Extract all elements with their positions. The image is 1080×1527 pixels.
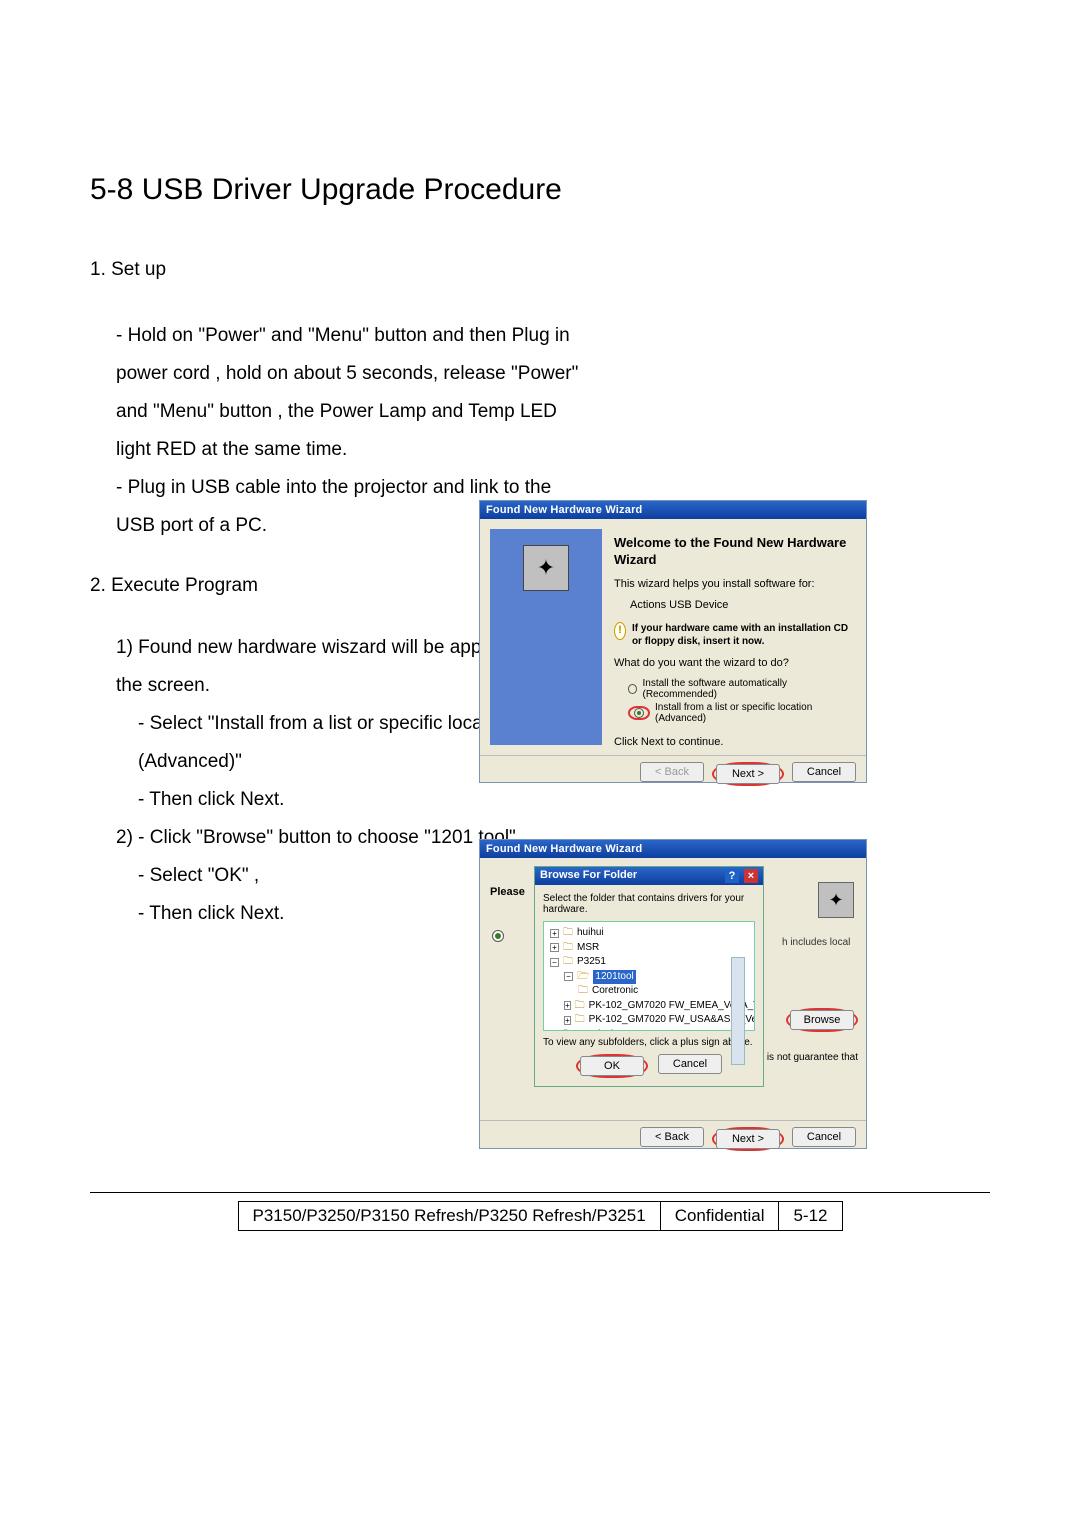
radio-selected-icon — [634, 708, 644, 718]
footer-page-number: 5-12 — [779, 1202, 841, 1230]
browse-dialog-title: Browse For Folder — [540, 869, 637, 883]
collapse-icon[interactable]: − — [550, 958, 559, 967]
wizard1-sidebar: ✦ — [490, 529, 602, 745]
step-1: 1. Set up — [90, 251, 590, 289]
close-icon[interactable]: × — [744, 869, 758, 883]
tree-item[interactable]: X9 Flash — [577, 1028, 616, 1032]
wizard1-helps: This wizard helps you install software f… — [614, 577, 850, 592]
wizard-icon: ✦ — [523, 545, 569, 591]
wizard2-please: Please — [490, 886, 525, 898]
browse-instruction: Select the folder that contains drivers … — [543, 893, 755, 915]
wizard2-side-text: h includes local — [782, 936, 856, 949]
wizard1-next-button[interactable]: Next > — [716, 764, 780, 784]
tree-item[interactable]: huihui — [577, 926, 604, 941]
wizard2-guarantee-text: is not guarantee that — [767, 1052, 858, 1063]
wizard1-radio-advanced[interactable]: Install from a list or specific location… — [614, 701, 850, 725]
wizard1-welcome: Welcome to the Found New Hardware Wizard — [614, 535, 850, 569]
wizard2-radio-selected[interactable] — [492, 930, 504, 942]
browse-cancel-button[interactable]: Cancel — [658, 1054, 722, 1074]
folder-icon: 🗀 — [563, 955, 573, 970]
folder-icon: 🗀 — [575, 1013, 585, 1028]
section-heading: 5-8 USB Driver Upgrade Procedure — [90, 170, 990, 211]
wizard-browse-screenshot: Found New Hardware Wizard Please ✦ h inc… — [479, 839, 867, 1149]
wizard1-title: Found New Hardware Wizard — [480, 501, 866, 519]
wizard-welcome-screenshot: Found New Hardware Wizard ✦ Welcome to t… — [479, 500, 867, 783]
wizard1-continue: Click Next to continue. — [614, 735, 850, 750]
wizard1-back-button[interactable]: < Back — [640, 762, 704, 782]
browse-subnote: To view any subfolders, click a plus sig… — [543, 1037, 755, 1048]
wizard1-cancel-button[interactable]: Cancel — [792, 762, 856, 782]
folder-icon: 🗀 — [563, 926, 573, 941]
wizard2-title: Found New Hardware Wizard — [480, 840, 866, 858]
radio-icon — [628, 684, 637, 694]
folder-icon: 🗀 — [578, 984, 588, 999]
wizard1-device: Actions USB Device — [614, 598, 850, 613]
tree-item-selected[interactable]: 1201tool — [593, 970, 635, 985]
help-icon[interactable]: ? — [725, 869, 739, 883]
folder-icon: 🗀 — [563, 941, 573, 956]
expand-icon[interactable]: + — [564, 1016, 571, 1025]
browse-ok-button[interactable]: OK — [580, 1056, 644, 1076]
tree-item[interactable]: P3251 — [577, 955, 606, 970]
wizard1-opt2-label: Install from a list or specific location… — [655, 702, 850, 724]
wizard2-next-button[interactable]: Next > — [716, 1129, 780, 1149]
folder-open-icon: 🗁 — [577, 970, 589, 985]
expand-icon[interactable]: + — [550, 1030, 559, 1031]
wizard1-cd-alert: If your hardware came with an installati… — [632, 622, 850, 648]
browse-button[interactable]: Browse — [790, 1010, 854, 1030]
footer-confidential: Confidential — [661, 1202, 780, 1230]
wizard2-cancel-button[interactable]: Cancel — [792, 1127, 856, 1147]
page-footer: P3150/P3250/P3150 Refresh/P3250 Refresh/… — [90, 1192, 990, 1231]
step-1a: - Hold on "Power" and "Menu" button and … — [90, 317, 590, 469]
folder-icon: 🗀 — [563, 1028, 573, 1032]
scrollbar[interactable] — [731, 957, 745, 1065]
wizard1-question: What do you want the wizard to do? — [614, 656, 850, 671]
wizard1-radio-auto[interactable]: Install the software automatically (Reco… — [614, 677, 850, 701]
wizard2-icon: ✦ — [818, 882, 854, 918]
footer-models: P3150/P3250/P3150 Refresh/P3250 Refresh/… — [239, 1202, 661, 1230]
collapse-icon[interactable]: − — [564, 972, 573, 981]
browse-for-folder-dialog: Browse For Folder ? × Select the folder … — [534, 866, 764, 1087]
tree-item[interactable]: Coretronic — [592, 984, 638, 999]
expand-icon[interactable]: + — [564, 1001, 571, 1010]
wizard2-back-button[interactable]: < Back — [640, 1127, 704, 1147]
folder-tree[interactable]: +🗀huihui +🗀MSR −🗀P3251 −🗁1201tool 🗀Coret… — [543, 921, 755, 1031]
expand-icon[interactable]: + — [550, 929, 559, 938]
tree-item[interactable]: MSR — [577, 941, 599, 956]
wizard1-opt1-label: Install the software automatically (Reco… — [642, 678, 850, 700]
alert-icon: ! — [614, 622, 626, 640]
folder-icon: 🗀 — [575, 999, 585, 1014]
expand-icon[interactable]: + — [550, 943, 559, 952]
